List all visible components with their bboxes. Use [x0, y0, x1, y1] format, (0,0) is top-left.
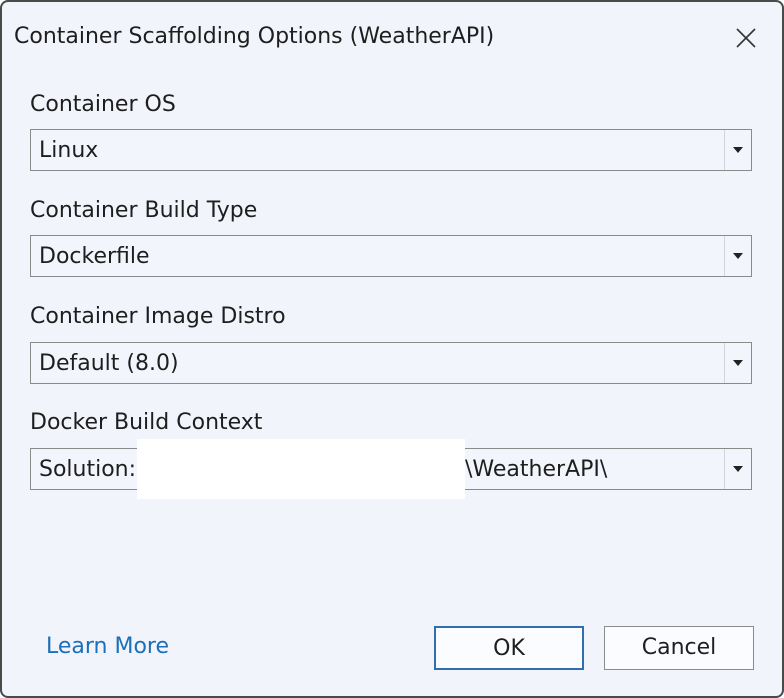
redacted-path	[137, 439, 465, 499]
container-scaffolding-dialog: Container Scaffolding Options (WeatherAP…	[0, 0, 784, 698]
dialog-title: Container Scaffolding Options (WeatherAP…	[14, 24, 495, 49]
chevron-down-icon	[733, 253, 743, 259]
build-type-label: Container Build Type	[30, 198, 258, 223]
image-distro-label: Container Image Distro	[30, 304, 286, 329]
close-icon	[736, 28, 756, 48]
image-distro-select[interactable]: Default (8.0)	[30, 342, 752, 384]
build-context-dropdown-button[interactable]	[724, 449, 751, 489]
chevron-down-icon	[733, 147, 743, 153]
image-distro-value: Default (8.0)	[39, 351, 179, 376]
chevron-down-icon	[733, 466, 743, 472]
build-context-select[interactable]: Solution: \WeatherAPI\	[30, 439, 752, 499]
build-type-value: Dockerfile	[39, 244, 150, 269]
container-os-label: Container OS	[30, 92, 176, 117]
learn-more-link[interactable]: Learn More	[46, 634, 169, 659]
container-os-select[interactable]: Linux	[30, 129, 752, 171]
ok-button[interactable]: OK	[434, 626, 584, 670]
image-distro-dropdown-button[interactable]	[724, 343, 751, 383]
container-os-value: Linux	[39, 138, 99, 163]
chevron-down-icon	[733, 360, 743, 366]
cancel-button[interactable]: Cancel	[604, 626, 754, 670]
build-context-prefix: Solution:	[39, 457, 137, 482]
title-bar: Container Scaffolding Options (WeatherAP…	[2, 2, 782, 76]
close-button[interactable]	[732, 24, 760, 52]
build-type-dropdown-button[interactable]	[724, 236, 751, 276]
build-context-suffix: \WeatherAPI\	[465, 457, 608, 482]
build-context-label: Docker Build Context	[30, 410, 263, 435]
container-os-dropdown-button[interactable]	[724, 130, 751, 170]
build-type-select[interactable]: Dockerfile	[30, 235, 752, 277]
